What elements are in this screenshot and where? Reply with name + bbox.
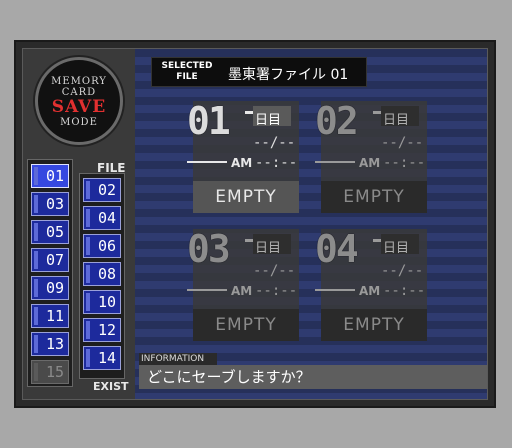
card-date: --/-- <box>381 263 424 279</box>
card-ampm: AM <box>231 284 253 298</box>
card-time: --:-- <box>383 155 426 171</box>
card-divider <box>315 161 355 163</box>
slot-03[interactable]: 03 <box>31 192 69 216</box>
card-time: --:-- <box>255 155 298 171</box>
slot-09[interactable]: 09 <box>31 276 69 300</box>
emblem-text-memory: MEMORY <box>51 76 107 87</box>
card-status: EMPTY <box>193 309 299 341</box>
selected-file-name: 墨東署ファイル 01 <box>228 67 349 83</box>
card-date: --/-- <box>253 135 296 151</box>
card-date: --/-- <box>253 263 296 279</box>
day-dash <box>245 239 253 242</box>
card-number: 03 <box>187 227 231 271</box>
card-divider <box>187 161 227 163</box>
card-day: 日目 <box>255 241 282 256</box>
emblem-text-save: SAVE <box>51 97 107 117</box>
slot-12[interactable]: 12 <box>83 318 121 342</box>
card-divider <box>187 289 227 291</box>
card-ampm: AM <box>231 156 253 170</box>
selected-label-line1: SELECTED <box>161 61 213 71</box>
slot-14[interactable]: 14 <box>83 346 121 370</box>
card-day: 日目 <box>255 113 282 128</box>
save-card-02[interactable]: 02 日目 --/-- AM --:-- EMPTY <box>315 101 427 213</box>
card-status: EMPTY <box>321 181 427 213</box>
card-divider <box>315 289 355 291</box>
information-label: INFORMATION <box>139 353 217 365</box>
selected-file-bar: SELECTED FILE 墨東署ファイル 01 <box>151 57 367 87</box>
day-dash <box>373 111 381 114</box>
card-ampm: AM <box>359 284 381 298</box>
card-date: --/-- <box>381 135 424 151</box>
slot-01[interactable]: 01 <box>31 164 69 188</box>
save-card-03[interactable]: 03 日目 --/-- AM --:-- EMPTY <box>187 229 299 341</box>
slot-15[interactable]: 15 <box>31 360 69 384</box>
emblem-text-mode: MODE <box>60 117 98 128</box>
card-time: --:-- <box>255 283 298 299</box>
slot-11[interactable]: 11 <box>31 304 69 328</box>
information-message: どこにセーブしますか？ <box>139 365 487 389</box>
save-card-04[interactable]: 04 日目 --/-- AM --:-- EMPTY <box>315 229 427 341</box>
slot-08[interactable]: 08 <box>83 262 121 286</box>
selected-label-line2: FILE <box>176 72 198 82</box>
selected-file-label: SELECTED FILE <box>158 61 216 83</box>
day-dash <box>245 111 253 114</box>
exist-label: EXIST <box>93 380 129 393</box>
file-panel: MEMORY CARD SAVE MODE FILE 01 03 05 07 0… <box>23 49 135 399</box>
day-dash <box>373 239 381 242</box>
slot-02[interactable]: 02 <box>83 178 121 202</box>
slot-05[interactable]: 05 <box>31 220 69 244</box>
card-status: EMPTY <box>193 181 299 213</box>
slot-13[interactable]: 13 <box>31 332 69 356</box>
card-ampm: AM <box>359 156 381 170</box>
slot-10[interactable]: 10 <box>83 290 121 314</box>
save-card-01[interactable]: 01 日目 --/-- AM --:-- EMPTY <box>187 101 299 213</box>
card-number: 01 <box>187 99 231 143</box>
card-status: EMPTY <box>321 309 427 341</box>
save-screen-frame: MEMORY CARD SAVE MODE FILE 01 03 05 07 0… <box>14 40 496 408</box>
slot-04[interactable]: 04 <box>83 206 121 230</box>
memory-card-save-mode-emblem: MEMORY CARD SAVE MODE <box>35 57 123 145</box>
save-screen: MEMORY CARD SAVE MODE FILE 01 03 05 07 0… <box>22 48 488 400</box>
slot-07[interactable]: 07 <box>31 248 69 272</box>
slot-column-even: 02 04 06 08 10 12 14 <box>79 173 125 379</box>
card-time: --:-- <box>383 283 426 299</box>
slot-column-odd: 01 03 05 07 09 11 13 15 <box>27 159 73 387</box>
save-slot-area: SELECTED FILE 墨東署ファイル 01 01 日目 --/-- AM … <box>135 49 487 399</box>
card-number: 02 <box>315 99 359 143</box>
card-day: 日目 <box>383 241 410 256</box>
card-day: 日目 <box>383 113 410 128</box>
slot-06[interactable]: 06 <box>83 234 121 258</box>
card-number: 04 <box>315 227 359 271</box>
